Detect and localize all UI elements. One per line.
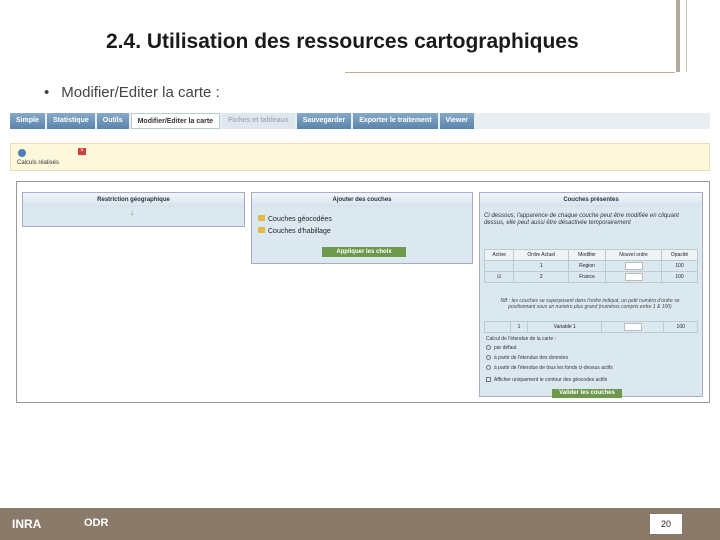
folder-icon	[258, 215, 265, 221]
layer-group-label: Couches géocodées	[268, 216, 332, 223]
decor-bar-thin	[686, 0, 687, 72]
extent-option-all[interactable]: à partir de l'étendue de tous les fonds …	[486, 365, 613, 371]
panel-restriction: Restriction géographique ↓	[22, 192, 245, 227]
panel-title: Restriction géographique	[23, 193, 244, 207]
layers-table: Active Ordre Actuel Modifier Nouvel ordr…	[483, 249, 698, 283]
col-header: Modifier	[568, 249, 606, 261]
bullet-item: • Modifier/Editer la carte :	[44, 84, 220, 101]
slide-title: 2.4. Utilisation des ressources cartogra…	[106, 30, 579, 53]
odr-logo: ODR	[84, 517, 109, 529]
contour-checkbox[interactable]: Afficher uniquement le contour des géoco…	[486, 377, 607, 383]
opacity-select[interactable]: 100	[661, 260, 698, 272]
apply-button[interactable]: Appliquer les choix	[322, 247, 406, 257]
radio-icon	[486, 365, 491, 371]
inra-logo: INRA	[12, 517, 42, 531]
map-editor: Restriction géographique ↓ Ajouter des c…	[16, 181, 710, 403]
radio-icon	[486, 355, 491, 361]
active-checkbox[interactable]: ☑	[483, 271, 515, 283]
order-note: NB : les couches se superposent dans l'o…	[500, 298, 680, 310]
layer-group-label: Couches d'habillage	[268, 228, 331, 235]
col-header: Opacité	[661, 249, 698, 261]
bullet-text: Modifier/Editer la carte :	[61, 84, 220, 101]
table-row: 1 Variable 1 100	[484, 321, 698, 333]
tab-sauvegarder[interactable]: Sauvegarder	[296, 113, 352, 129]
table-row: ☑ 2 France 100	[483, 271, 698, 283]
col-header: Ordre Actuel	[513, 249, 570, 261]
extent-option-data[interactable]: à partir de l'étendue des données	[486, 355, 568, 361]
tab-bar: Simple Statistique Outils Modifier/Edite…	[10, 113, 710, 129]
tab-statistique[interactable]: Statistique	[46, 113, 95, 129]
close-icon[interactable]: ×	[78, 148, 86, 155]
layer-name-link[interactable]: Variable 1	[527, 321, 603, 333]
decor-bar	[676, 0, 680, 72]
tab-fiches: Fiches et tableaux	[222, 113, 295, 129]
order-cell: 1	[513, 260, 570, 272]
layer-group-geocoded[interactable]: Couches géocodées	[258, 215, 332, 223]
tab-modifier-carte[interactable]: Modifier/Editer la carte	[130, 113, 221, 129]
panel-ajouter: Ajouter des couches Couches géocodées Co…	[251, 192, 473, 264]
layer-name-link[interactable]: France	[568, 271, 606, 283]
panel-description: Ci dessous, l'apparence de chaque couche…	[484, 213, 679, 226]
info-icon	[18, 149, 26, 157]
order-cell: 1	[509, 321, 529, 333]
layer-group-habillage[interactable]: Couches d'habillage	[258, 227, 331, 235]
panel-couches: Couches présentes Ci dessous, l'apparenc…	[479, 192, 703, 398]
new-order-input[interactable]	[624, 262, 643, 270]
tab-viewer[interactable]: Viewer	[439, 113, 474, 129]
order-cell: 2	[513, 271, 570, 283]
opacity-select[interactable]: 100	[661, 271, 698, 283]
new-order-input[interactable]	[624, 273, 643, 281]
bullet-dot: •	[44, 84, 50, 101]
new-order-input[interactable]	[623, 323, 642, 331]
layer-name-link[interactable]: Region	[568, 260, 606, 272]
checkbox-icon	[486, 377, 491, 383]
info-text: Calculs réalisés	[17, 160, 60, 166]
table-row: 1 Region 100	[483, 260, 698, 272]
folder-icon	[258, 227, 265, 233]
tab-simple[interactable]: Simple	[10, 113, 45, 129]
validate-button[interactable]: Valider les couches	[552, 389, 622, 398]
tab-exporter[interactable]: Exporter le traitement	[353, 113, 438, 129]
layers-table-2: 1 Variable 1 100	[484, 321, 698, 333]
title-underline	[345, 72, 675, 73]
page-number: 20	[650, 514, 682, 534]
col-header: Nouvel ordre	[604, 249, 663, 261]
extent-option-default[interactable]: par défaut	[486, 345, 517, 351]
footer-bar: INRA ODR 20	[0, 508, 720, 540]
tab-outils[interactable]: Outils	[96, 113, 129, 129]
info-bar: × Calculs réalisés	[10, 143, 710, 171]
radio-icon	[486, 345, 491, 351]
opacity-select[interactable]: 100	[663, 321, 698, 333]
down-arrow-icon[interactable]: ↓	[130, 208, 134, 217]
col-header: Active	[483, 249, 515, 261]
panel-title: Couches présentes	[480, 193, 702, 207]
extent-label: Calcul de l'étendue de la carte :	[486, 336, 556, 342]
panel-title: Ajouter des couches	[252, 193, 472, 207]
